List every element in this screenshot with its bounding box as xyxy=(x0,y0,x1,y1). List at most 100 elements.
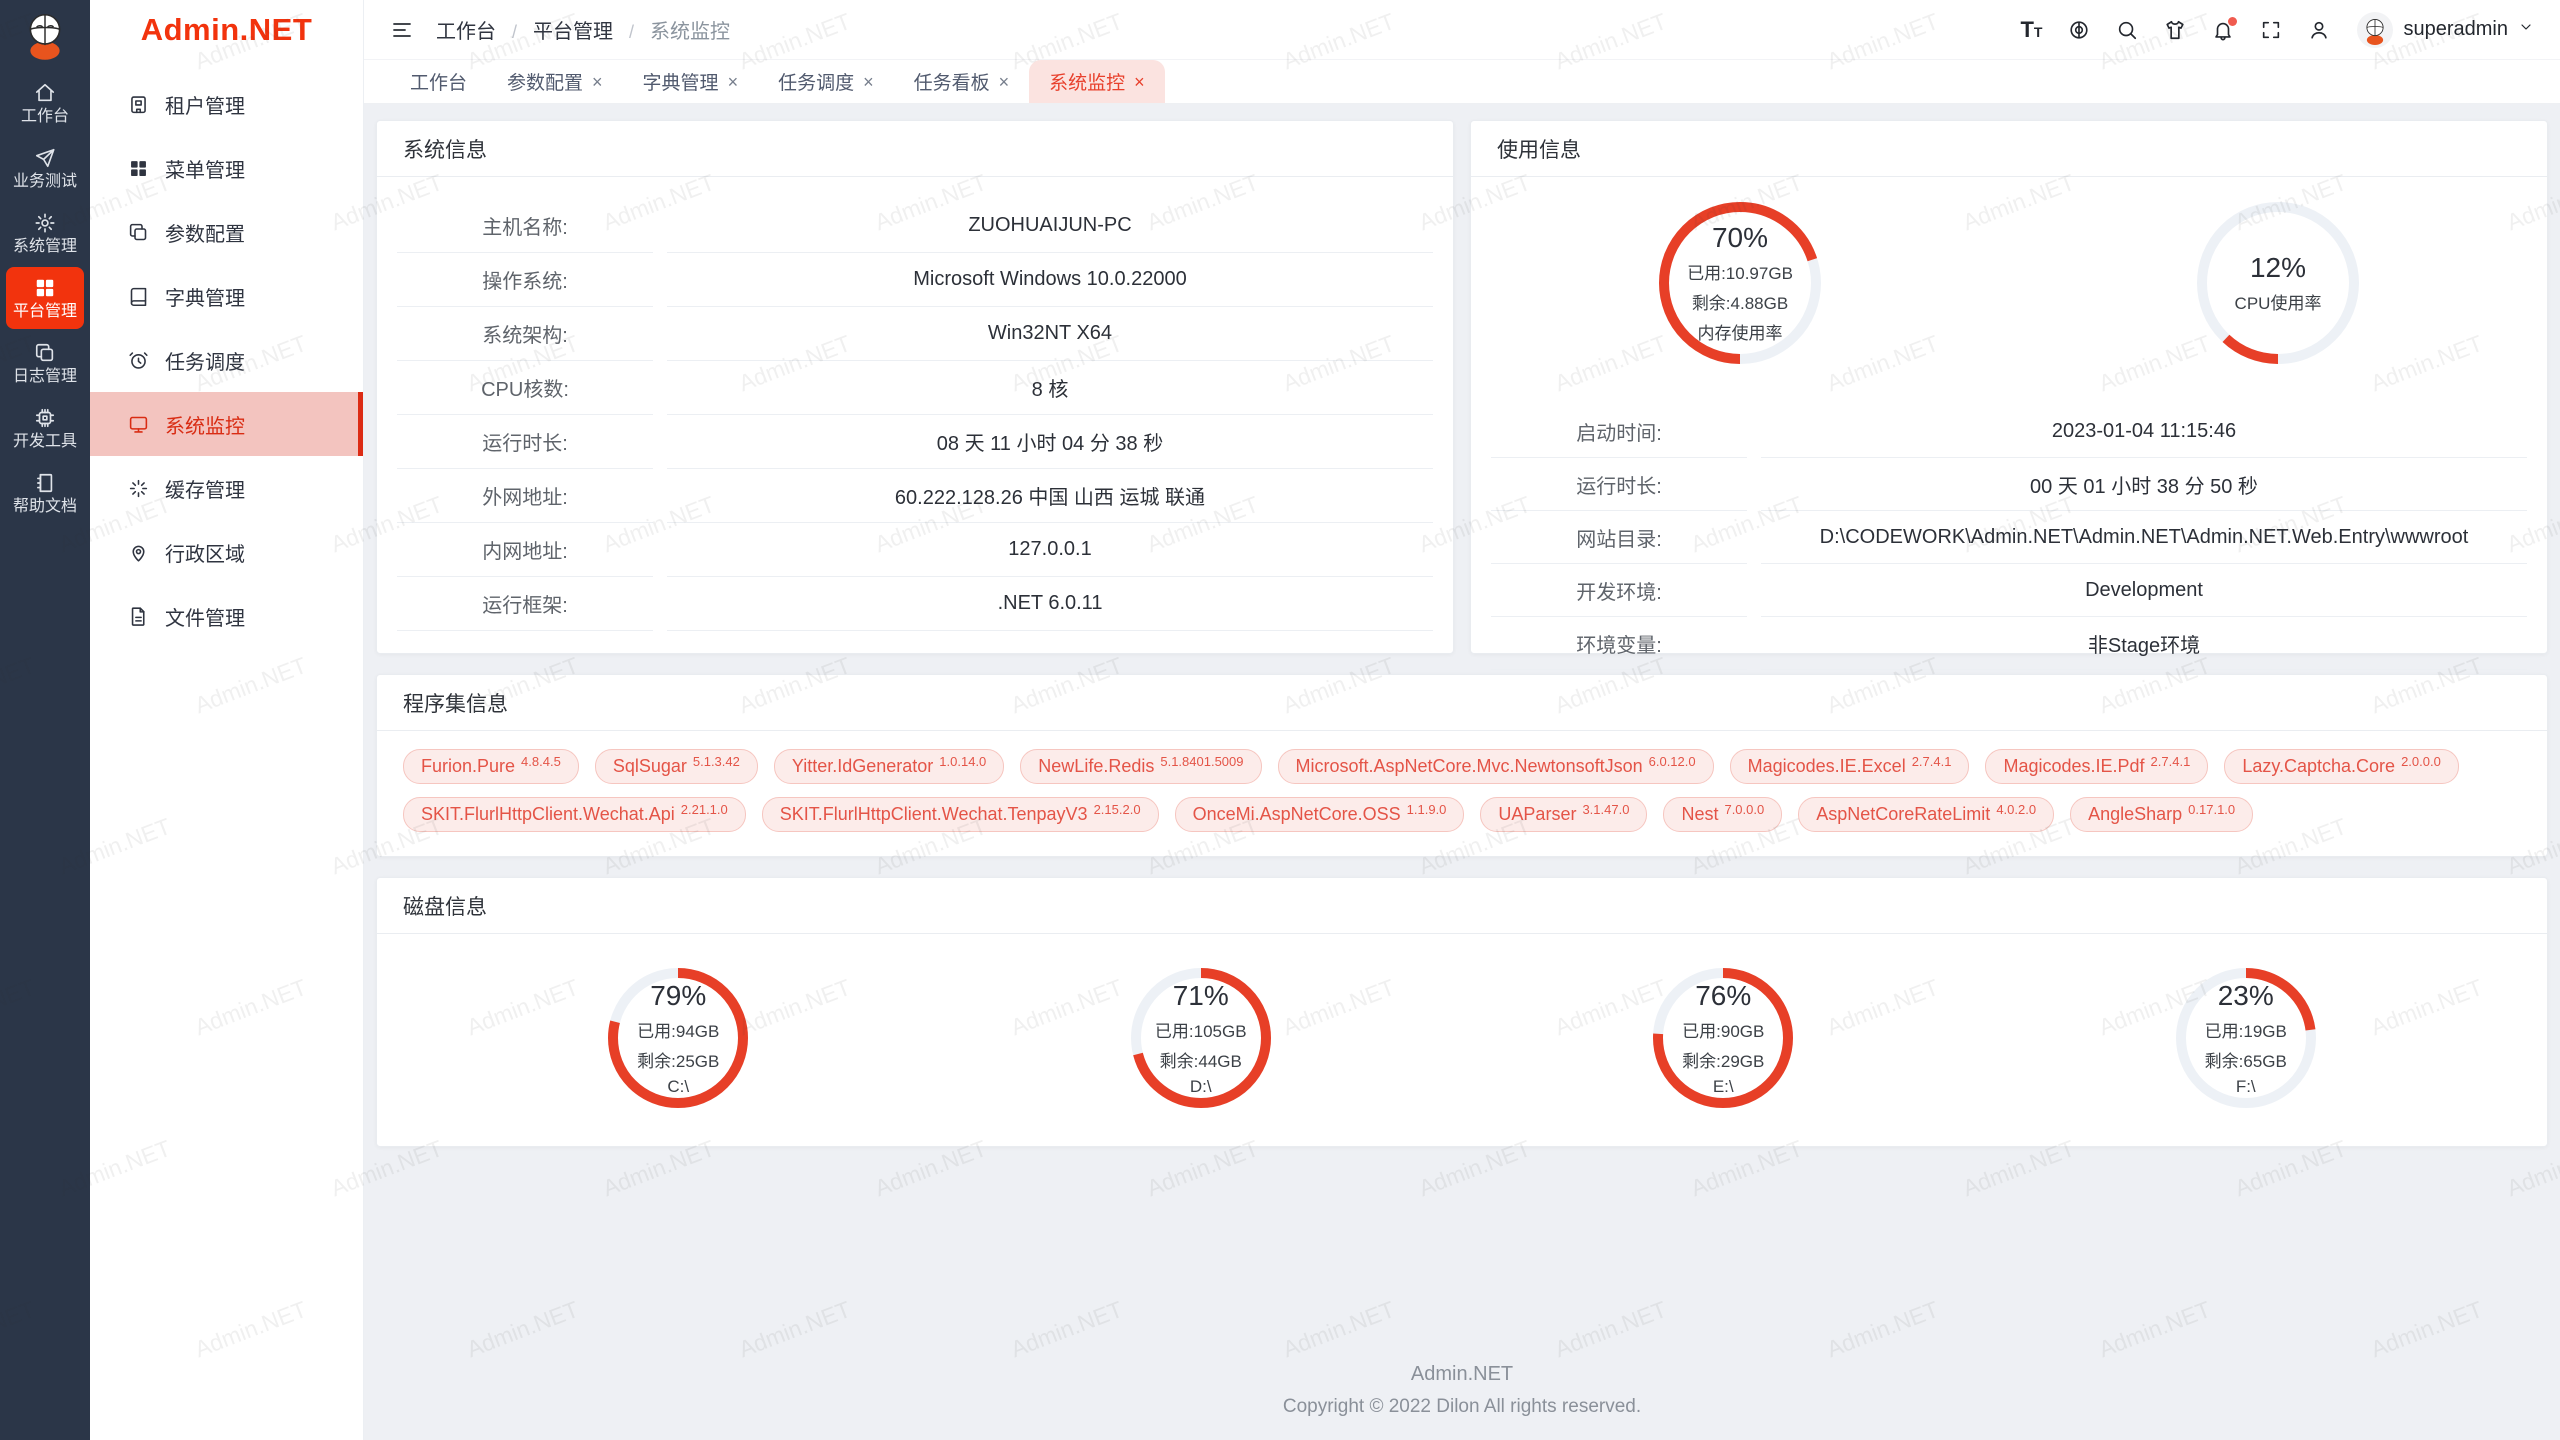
package-version: 1.1.9.0 xyxy=(1407,802,1447,817)
package-version: 5.1.3.42 xyxy=(693,754,740,769)
sidebar-item-admin-region[interactable]: 行政区域 xyxy=(90,520,363,584)
tab-task-schedule[interactable]: 任务调度 xyxy=(758,60,894,103)
table-row: 运行时长:00 天 01 小时 38 分 50 秒 xyxy=(1491,458,2527,511)
app-logo-avatar xyxy=(18,8,72,62)
package-badge: SKIT.FlurlHttpClient.Wechat.TenpayV32.15… xyxy=(762,797,1159,832)
sidebar-item-task-schedule[interactable]: 任务调度 xyxy=(90,328,363,392)
sidebar-item-file-mgmt[interactable]: 文件管理 xyxy=(90,584,363,648)
rail-item-log-mgmt[interactable]: 日志管理 xyxy=(6,332,84,394)
rail-item-workbench[interactable]: 工作台 xyxy=(6,72,84,134)
gauge-line: 已用:90GB xyxy=(1682,1017,1764,1042)
font-size-icon[interactable]: TT xyxy=(2007,10,2055,50)
tab-param-config[interactable]: 参数配置 xyxy=(487,60,623,103)
gauge-center-text: 12% CPU使用率 xyxy=(2190,195,2366,371)
rail-item-help-docs[interactable]: 帮助文档 xyxy=(6,462,84,524)
chip-icon xyxy=(34,407,56,429)
documents-icon xyxy=(34,342,56,364)
gauge-percent: 79% xyxy=(650,980,706,1012)
sidebar-item-dict-mgmt[interactable]: 字典管理 xyxy=(90,264,363,328)
row-value: Development xyxy=(1761,564,2527,617)
package-version: 7.0.0.0 xyxy=(1724,802,1764,817)
building-icon xyxy=(128,94,149,115)
rail-item-label: 日志管理 xyxy=(13,369,77,385)
rail-item-dev-tools[interactable]: 开发工具 xyxy=(6,397,84,459)
page-tabs: 工作台 参数配置 字典管理 任务调度 任务看板 系统监控 xyxy=(364,60,2560,104)
rail-item-platform-mgmt[interactable]: 平台管理 xyxy=(6,267,84,329)
card-title: 磁盘信息 xyxy=(377,878,2547,934)
rail-item-business-test[interactable]: 业务测试 xyxy=(6,137,84,199)
sidebar-item-system-monitor[interactable]: 系统监控 xyxy=(90,392,363,456)
disk-gauge-f: 23% 已用:19GB 剩余:65GB F:\ xyxy=(2170,962,2322,1114)
user-menu[interactable]: superadmin xyxy=(2357,12,2534,48)
fullscreen-icon[interactable] xyxy=(2247,10,2295,50)
row-value: 非Stage环境 xyxy=(1761,617,2527,670)
package-version: 2.15.2.0 xyxy=(1094,802,1141,817)
breadcrumb-item[interactable]: 工作台 xyxy=(436,15,496,44)
package-version: 2.21.1.0 xyxy=(681,802,728,817)
main-column: 工作台 平台管理 系统监控 TT xyxy=(364,0,2560,1440)
notification-bell-icon[interactable] xyxy=(2199,10,2247,50)
rail-item-system-mgmt[interactable]: 系统管理 xyxy=(6,202,84,264)
package-badge: AngleSharp0.17.1.0 xyxy=(2070,797,2253,832)
sidebar-item-menu-mgmt[interactable]: 菜单管理 xyxy=(90,136,363,200)
tab-close-icon[interactable] xyxy=(999,73,1010,91)
gauge-line: E:\ xyxy=(1713,1077,1734,1097)
table-row: 操作系统:Microsoft Windows 10.0.22000 xyxy=(397,253,1433,307)
sidebar-item-label: 字典管理 xyxy=(165,282,245,311)
package-version: 3.1.47.0 xyxy=(1582,802,1629,817)
notebook-icon xyxy=(34,472,56,494)
user-icon[interactable] xyxy=(2295,10,2343,50)
language-icon[interactable] xyxy=(2055,10,2103,50)
sidebar-item-cache-mgmt[interactable]: 缓存管理 xyxy=(90,456,363,520)
package-badge: SKIT.FlurlHttpClient.Wechat.Api2.21.1.0 xyxy=(403,797,746,832)
sidebar-item-label: 租户管理 xyxy=(165,90,245,119)
sidebar-item-tenant-mgmt[interactable]: 租户管理 xyxy=(90,72,363,136)
tab-workbench[interactable]: 工作台 xyxy=(390,60,487,103)
tab-close-icon[interactable] xyxy=(592,73,603,91)
package-name: Nest xyxy=(1681,804,1718,825)
row-label: 运行时长: xyxy=(397,415,653,469)
tab-close-icon[interactable] xyxy=(728,73,739,91)
gauge-center-text: 76% 已用:90GB 剩余:29GB E:\ xyxy=(1647,962,1799,1114)
package-version: 2.7.4.1 xyxy=(2151,754,2191,769)
gauge-percent: 71% xyxy=(1173,980,1229,1012)
tab-dict-mgmt[interactable]: 字典管理 xyxy=(623,60,759,103)
collapse-menu-icon[interactable] xyxy=(390,18,414,42)
package-name: Furion.Pure xyxy=(421,756,515,777)
gauge-line: 剩余:25GB xyxy=(637,1047,719,1072)
package-name: NewLife.Redis xyxy=(1038,756,1154,777)
gauge-line: 已用:94GB xyxy=(637,1017,719,1042)
row-label: 主机名称: xyxy=(397,199,653,253)
tab-label: 字典管理 xyxy=(643,68,719,95)
usage-gauges: 70% 已用:10.97GB 剩余:4.88GB 内存使用率 xyxy=(1471,177,2547,389)
tab-task-board[interactable]: 任务看板 xyxy=(894,60,1030,103)
tab-label: 工作台 xyxy=(410,68,467,95)
breadcrumb: 工作台 平台管理 系统监控 xyxy=(436,15,730,44)
sidebar-item-param-config[interactable]: 参数配置 xyxy=(90,200,363,264)
gauge-line: 已用:10.97GB xyxy=(1687,259,1793,284)
search-icon[interactable] xyxy=(2103,10,2151,50)
gauge-line: 剩余:65GB xyxy=(2205,1047,2287,1072)
row-label: CPU核数: xyxy=(397,361,653,415)
row-label: 环境变量: xyxy=(1491,617,1747,670)
table-row: 内网地址:127.0.0.1 xyxy=(397,523,1433,577)
gauge-center-text: 79% 已用:94GB 剩余:25GB C:\ xyxy=(602,962,754,1114)
assemblies-card: 程序集信息 Furion.Pure4.8.4.5 SqlSugar5.1.3.4… xyxy=(376,674,2548,857)
memory-gauge-box: 70% 已用:10.97GB 剩余:4.88GB 内存使用率 xyxy=(1471,195,2009,371)
sidebar-item-label: 任务调度 xyxy=(165,346,245,375)
gauge-center-text: 23% 已用:19GB 剩余:65GB F:\ xyxy=(2170,962,2322,1114)
sidebar-item-label: 菜单管理 xyxy=(165,154,245,183)
package-version: 1.0.14.0 xyxy=(939,754,986,769)
notification-badge-dot xyxy=(2228,17,2237,26)
cpu-usage-gauge: 12% CPU使用率 xyxy=(2190,195,2366,371)
package-badge: NewLife.Redis5.1.8401.5009 xyxy=(1020,749,1261,784)
breadcrumb-item[interactable]: 平台管理 xyxy=(496,15,613,44)
tab-close-icon[interactable] xyxy=(1134,73,1145,91)
package-badge: AspNetCoreRateLimit4.0.2.0 xyxy=(1798,797,2054,832)
theme-shirt-icon[interactable] xyxy=(2151,10,2199,50)
tab-close-icon[interactable] xyxy=(863,73,874,91)
table-row: 主机名称:ZUOHUAIJUN-PC xyxy=(397,199,1433,253)
grid-icon xyxy=(34,277,56,299)
package-name: Magicodes.IE.Pdf xyxy=(2003,756,2144,777)
tab-system-monitor[interactable]: 系统监控 xyxy=(1029,60,1165,103)
